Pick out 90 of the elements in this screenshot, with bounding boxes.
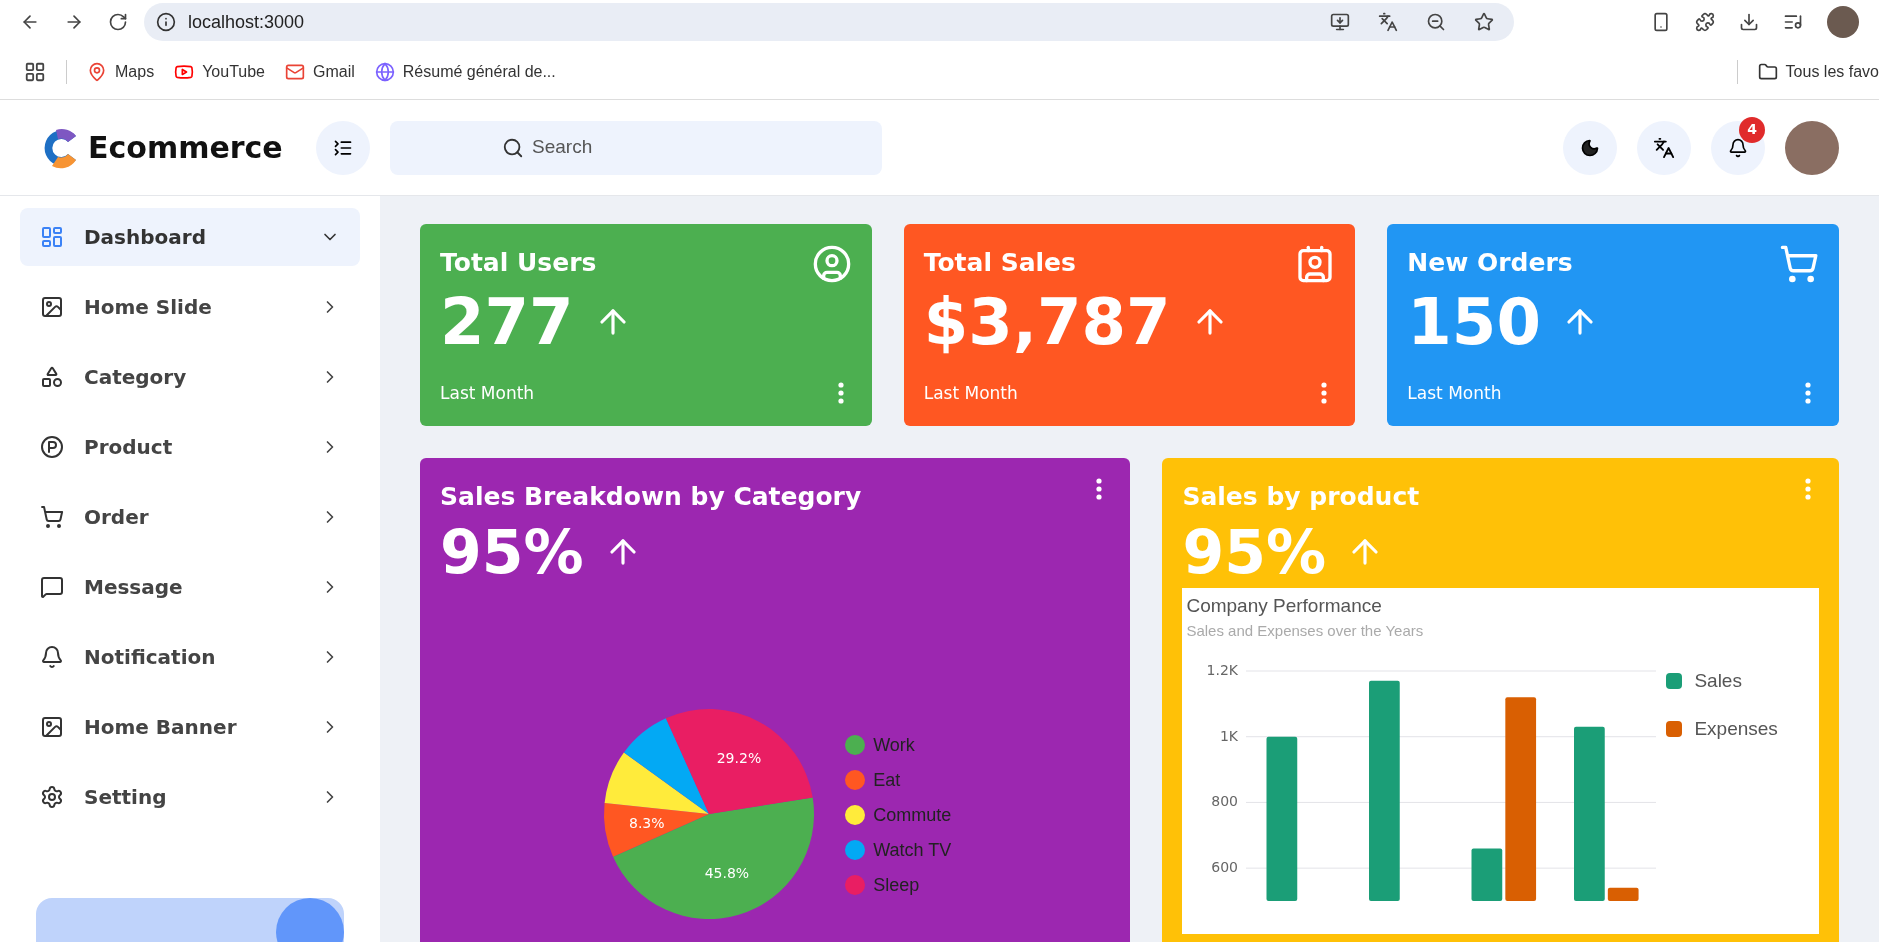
search-icon: [502, 136, 524, 159]
bell-icon: [1728, 137, 1748, 158]
stat-caption: Last Month: [923, 381, 1018, 405]
more-icon: [837, 382, 844, 405]
sidebar-item[interactable]: Notification: [20, 628, 360, 686]
bar: [1608, 887, 1639, 901]
music-list-icon: [1783, 12, 1803, 32]
dashboard-icon: [40, 225, 64, 249]
axis-tick-label: 800: [1211, 792, 1239, 809]
map-pin-icon: [87, 61, 107, 82]
sidebar-item[interactable]: Setting: [20, 768, 360, 826]
apps-grid-icon: [24, 60, 46, 83]
stat-caption: Last Month: [1407, 381, 1502, 405]
stat-title: Total Users: [440, 247, 597, 279]
sidebar-item[interactable]: Home Banner: [20, 698, 360, 756]
cart-icon: [1779, 244, 1819, 284]
legend-label: Expenses: [1694, 717, 1778, 741]
slice-label: 8.3%: [629, 814, 665, 831]
stat-value: 150: [1407, 284, 1541, 361]
chart-title: Company Performance: [1186, 593, 1383, 618]
legend-label: Eat: [873, 768, 901, 792]
cart-icon: [40, 505, 64, 529]
puzzle-icon: [1695, 12, 1715, 32]
more-icon: [1805, 478, 1811, 500]
axis-tick-label: 600: [1211, 858, 1239, 875]
legend-label: Sales: [1694, 668, 1742, 693]
axis-tick-label: 1.2K: [1206, 661, 1239, 678]
address-bar[interactable]: localhost:3000: [144, 3, 1514, 41]
chart-card-title: Sales by product: [1182, 481, 1420, 513]
message-icon: [40, 575, 64, 599]
phone-icon: [1651, 12, 1671, 32]
sidebar-item[interactable]: Order: [20, 488, 360, 546]
star-icon: [1474, 12, 1494, 32]
search-field[interactable]: Search: [390, 120, 882, 175]
legend-swatch: [1666, 672, 1683, 689]
translate-icon: [1653, 136, 1675, 159]
stat-title: New Orders: [1407, 247, 1573, 279]
notification-count: 4: [1739, 116, 1765, 143]
profile-avatar[interactable]: [1827, 6, 1859, 38]
menu-icon: [333, 137, 353, 158]
moon-icon: [1580, 137, 1600, 158]
stat-title: Total Sales: [923, 247, 1076, 279]
more-icon: [1321, 382, 1328, 405]
sidebar-item[interactable]: Dashboard: [20, 208, 360, 266]
bookmark-item[interactable]: Maps: [87, 59, 155, 84]
circle-p-icon: [40, 435, 64, 459]
monitor-download-icon: [1330, 12, 1350, 32]
image-icon: [40, 295, 64, 319]
reload-icon: [108, 12, 128, 32]
all-bookmarks-button[interactable]: Tous les favo: [1757, 59, 1879, 84]
bar: [1471, 847, 1503, 901]
url-text: localhost:3000: [188, 10, 305, 34]
folder-icon: [1757, 61, 1778, 82]
legend-label: Watch TV: [873, 838, 952, 862]
user-circle-icon: [811, 244, 852, 284]
legend-label: Sleep: [873, 873, 920, 897]
more-icon: [1805, 382, 1811, 405]
bookmark-item[interactable]: Résumé général de...: [374, 59, 556, 84]
zoom-out-icon: [1426, 12, 1446, 32]
image-icon: [40, 715, 64, 739]
globe-icon: [374, 61, 395, 82]
chart-card-value: 95%: [440, 515, 584, 588]
bookmark-item[interactable]: Gmail: [285, 59, 355, 84]
bell-icon: [40, 645, 64, 669]
info-icon: [156, 12, 176, 32]
sidebar-item[interactable]: Message: [20, 558, 360, 616]
chart-card-title: Sales Breakdown by Category: [440, 481, 862, 513]
legend-label: Work: [873, 733, 915, 757]
legend-swatch: [1666, 721, 1683, 738]
stat-value: 277: [440, 284, 574, 361]
bookmark-item[interactable]: YouTube: [174, 59, 265, 84]
chart-subtitle: Sales and Expenses over the Years: [1186, 621, 1425, 641]
shapes-icon: [40, 365, 64, 389]
sidebar-item[interactable]: Home Slide: [20, 278, 360, 336]
user-avatar[interactable]: [1785, 120, 1839, 175]
slice-label: 29.2%: [716, 749, 762, 766]
settings-icon: [40, 785, 64, 809]
sidebar-item[interactable]: Category: [20, 348, 360, 406]
more-icon: [1096, 478, 1103, 500]
chart-card-value: 95%: [1182, 515, 1327, 588]
sidebar-item[interactable]: Product: [20, 418, 360, 476]
slice-label: 45.8%: [704, 865, 750, 882]
search-input[interactable]: Search: [532, 133, 777, 162]
download-icon: [1739, 12, 1759, 32]
stat-value: $3,787: [923, 284, 1171, 361]
stat-caption: Last Month: [440, 381, 535, 405]
legend-label: Commute: [873, 803, 952, 827]
brand-name: Ecommerce: [88, 129, 283, 167]
axis-tick-label: 1K: [1220, 727, 1239, 744]
translate-icon: [1378, 12, 1398, 32]
